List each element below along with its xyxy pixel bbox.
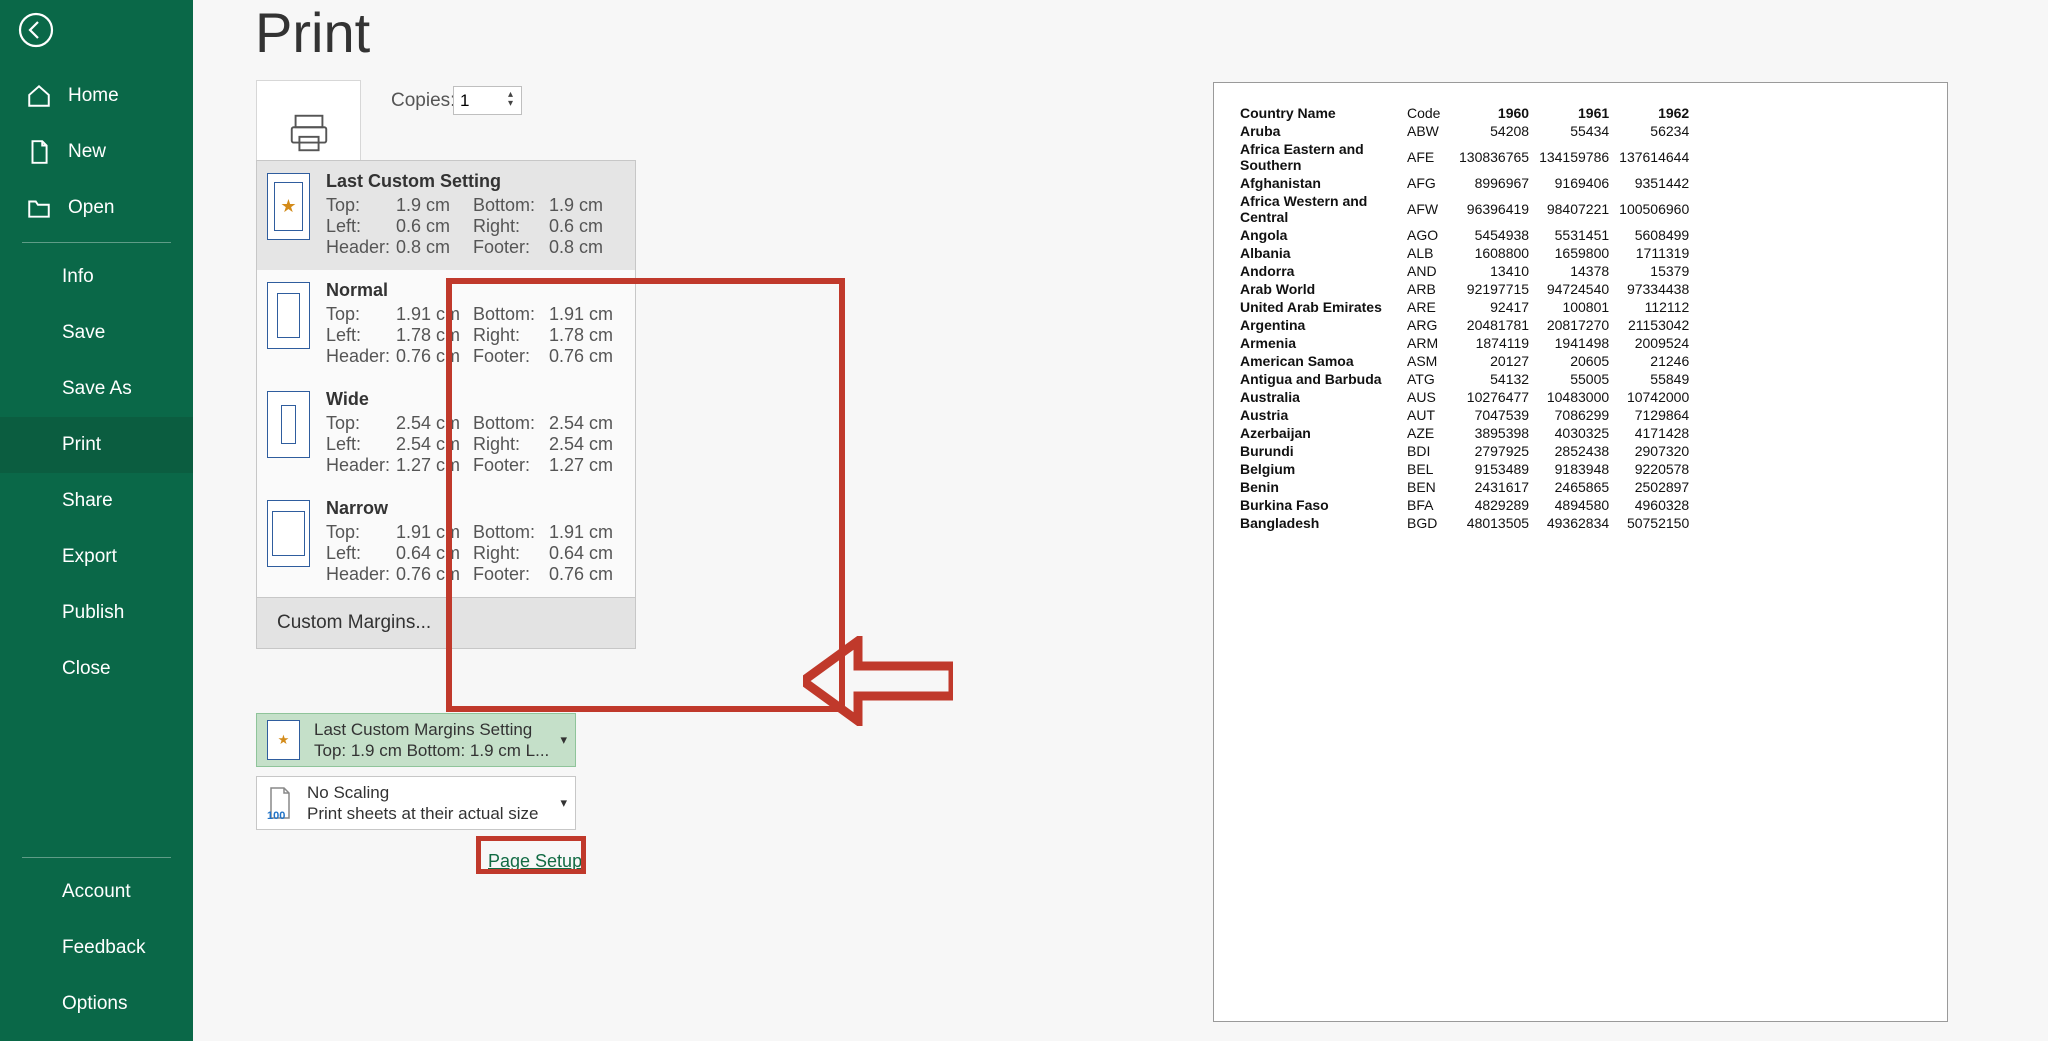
- nav-open[interactable]: Open: [0, 180, 193, 236]
- copies-value: 1: [460, 91, 506, 111]
- print-preview: Country NameCode196019611962ArubaABW5420…: [1213, 82, 1948, 1022]
- margins-option-normal[interactable]: Normal Top:1.91 cmBottom:1.91 cm Left:1.…: [257, 270, 635, 379]
- copies-input[interactable]: 1 ▴ ▾: [453, 86, 522, 115]
- nav-open-label: Open: [68, 197, 114, 219]
- margins-dropdown: ★ Last Custom Setting Top:1.9 cmBottom:1…: [256, 160, 636, 649]
- back-arrow-button[interactable]: [10, 4, 62, 56]
- nav-save[interactable]: Save: [0, 305, 193, 361]
- nav-options[interactable]: Options: [0, 976, 193, 1032]
- new-file-icon: [26, 139, 52, 165]
- nav-save-as[interactable]: Save As: [0, 361, 193, 417]
- margins-thumb-icon: [267, 282, 310, 349]
- margins-setting-button[interactable]: ★ Last Custom Margins Setting Top: 1.9 c…: [256, 713, 576, 767]
- open-folder-icon: [26, 195, 52, 221]
- nav-close[interactable]: Close: [0, 641, 193, 697]
- annotation-arrow: [803, 636, 953, 731]
- nav-info[interactable]: Info: [0, 249, 193, 305]
- nav-new-label: New: [68, 141, 106, 163]
- scaling-setting-button[interactable]: 100 No Scaling Print sheets at their act…: [256, 776, 576, 830]
- margins-thumb-icon: ★: [267, 173, 310, 240]
- nav-new[interactable]: New: [0, 124, 193, 180]
- printer-icon: [286, 110, 332, 156]
- backstage-sidebar: Home New Open Info Save Save As Print Sh…: [0, 0, 193, 1041]
- home-icon: [26, 83, 52, 109]
- margins-thumb-icon: [267, 391, 310, 458]
- nav-publish[interactable]: Publish: [0, 585, 193, 641]
- nav-share[interactable]: Share: [0, 473, 193, 529]
- arrow-left-icon: [803, 636, 953, 726]
- nav-account[interactable]: Account: [0, 864, 193, 920]
- margins-option-wide[interactable]: Wide Top:2.54 cmBottom:2.54 cm Left:2.54…: [257, 379, 635, 488]
- nav-feedback[interactable]: Feedback: [0, 920, 193, 976]
- print-main: Print Copies: 1 ▴ ▾ ★ Last Custom Settin…: [193, 0, 2048, 1041]
- preview-table: Country NameCode196019611962ArubaABW5420…: [1234, 103, 1695, 533]
- nav-export[interactable]: Export: [0, 529, 193, 585]
- nav-home[interactable]: Home: [0, 68, 193, 124]
- margins-option-narrow[interactable]: Narrow Top:1.91 cmBottom:1.91 cm Left:0.…: [257, 488, 635, 597]
- margins-thumb-icon: ★: [267, 720, 300, 760]
- nav-print[interactable]: Print: [0, 417, 193, 473]
- back-arrow-icon: [18, 12, 54, 48]
- spinner-down-icon[interactable]: ▾: [506, 101, 515, 110]
- annotation-red-box-pagesetup: [476, 836, 586, 874]
- margins-thumb-icon: [267, 500, 310, 567]
- document-icon: 100: [267, 786, 293, 820]
- margins-option-custom[interactable]: Custom Margins...: [257, 597, 635, 648]
- chevron-down-icon: ▾: [560, 732, 567, 748]
- star-icon: ★: [278, 732, 290, 748]
- chevron-down-icon: ▾: [560, 795, 567, 811]
- copies-label: Copies:: [391, 90, 455, 112]
- page-title: Print: [255, 0, 370, 65]
- copies-spinner[interactable]: ▴ ▾: [506, 92, 515, 110]
- margins-option-last-custom[interactable]: ★ Last Custom Setting Top:1.9 cmBottom:1…: [257, 161, 635, 270]
- nav-home-label: Home: [68, 85, 119, 107]
